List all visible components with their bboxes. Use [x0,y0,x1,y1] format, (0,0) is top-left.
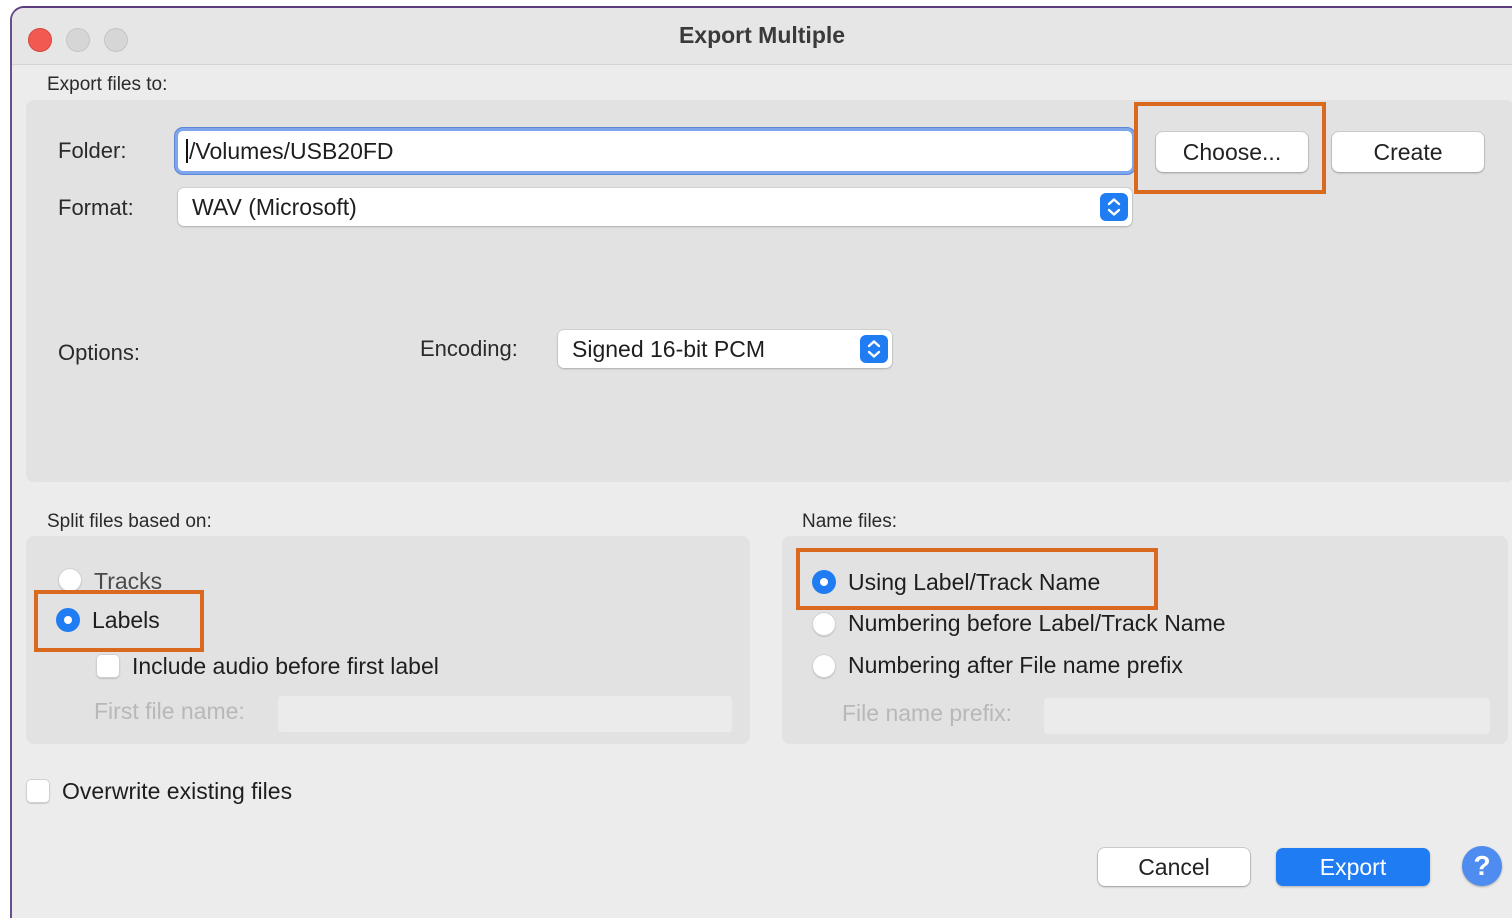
encoding-value: Signed 16-bit PCM [572,335,766,362]
numbering-before-label: Numbering before Label/Track Name [848,610,1226,636]
cancel-button[interactable]: Cancel [1098,848,1250,886]
title-bar: Export Multiple [12,8,1512,65]
format-value: WAV (Microsoft) [192,193,357,220]
format-stepper-chevron-icon [1100,193,1128,221]
export-multiple-dialog: Export Multiple Export files to: Folder:… [10,6,1512,918]
help-icon[interactable]: ? [1462,846,1502,886]
text-caret [186,139,188,163]
format-label: Format: [58,195,134,220]
name-files-group-label: Name files: [802,511,898,532]
file-name-prefix-input [1044,698,1490,734]
first-file-name-label: First file name: [94,698,245,724]
overwrite-existing-checkbox[interactable] [26,779,50,803]
split-files-group-label: Split files based on: [47,511,212,532]
export-button[interactable]: Export [1276,848,1430,886]
numbering-after-label: Numbering after File name prefix [848,652,1183,678]
include-audio-label: Include audio before first label [132,653,439,679]
format-select[interactable]: WAV (Microsoft) [178,188,1132,226]
window-title: Export Multiple [678,22,846,48]
encoding-stepper-chevron-icon [860,335,888,363]
options-label: Options: [58,340,140,365]
tracks-radio[interactable] [58,568,82,592]
include-audio-checkbox[interactable] [96,654,120,678]
encoding-label: Encoding: [420,336,518,361]
encoding-select[interactable]: Signed 16-bit PCM [558,330,892,368]
numbering-before-radio[interactable] [812,612,836,636]
export-files-group-label: Export files to: [47,74,168,95]
numbering-after-radio[interactable] [812,654,836,678]
file-name-prefix-label: File name prefix: [842,700,1013,726]
folder-label: Folder: [58,138,127,163]
using-label-track-name-highlight [796,548,1158,610]
labels-radio-highlight [34,590,204,652]
first-file-name-input [278,696,732,732]
folder-input[interactable]: /Volumes/USB20FD [178,131,1132,171]
folder-value: /Volumes/USB20FD [189,137,394,164]
create-button[interactable]: Create [1332,132,1484,172]
overwrite-existing-label: Overwrite existing files [62,778,293,804]
choose-button-highlight [1134,102,1326,194]
